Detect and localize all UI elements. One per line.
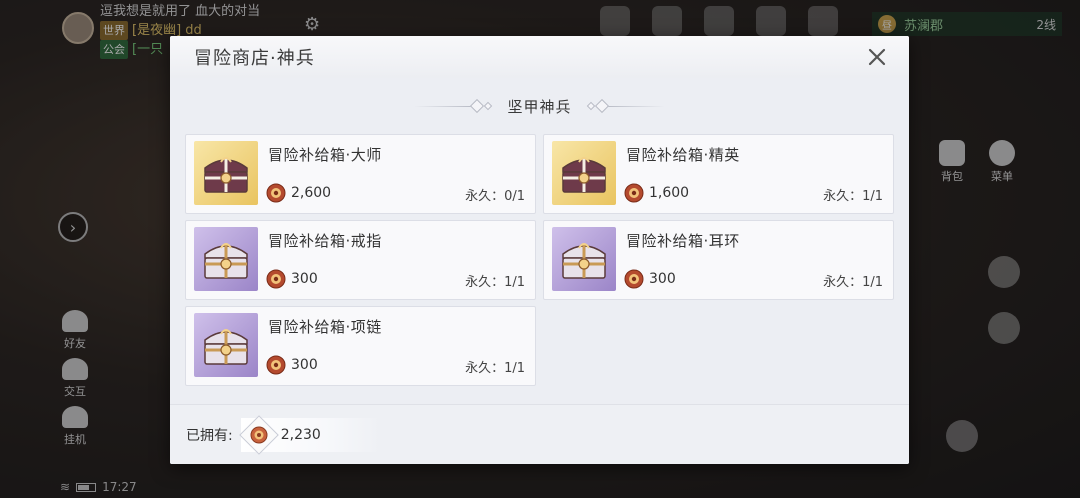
close-button[interactable] bbox=[865, 45, 889, 69]
close-icon bbox=[868, 48, 886, 66]
item-purchase-limit: 永久：1/1 bbox=[465, 275, 525, 290]
adventure-coin-icon bbox=[624, 183, 644, 203]
dialog-header: 冒险商店·神兵 bbox=[170, 36, 909, 78]
item-name: 冒险补给箱·耳环 bbox=[626, 232, 740, 250]
shop-item-card[interactable]: 冒险补给箱·项链 300 永久：1/1 bbox=[185, 306, 536, 386]
ornament-right bbox=[586, 98, 665, 114]
adventure-coin-icon bbox=[266, 269, 286, 289]
item-price-value: 1,600 bbox=[649, 185, 690, 201]
adventure-coin-icon bbox=[624, 269, 644, 289]
item-purchase-limit: 永久：1/1 bbox=[823, 189, 883, 204]
item-price-value: 300 bbox=[291, 357, 318, 373]
supply-chest-icon bbox=[562, 243, 606, 279]
dialog-footer: 已拥有: 2,230 bbox=[170, 404, 909, 464]
item-price: 300 bbox=[266, 355, 318, 375]
owned-currency: 2,230 bbox=[238, 414, 381, 455]
shop-dialog: 冒险商店·神兵 坚甲神兵 冒险补给箱·大师 2,600 永久：0/1 冒险补给箱·精英… bbox=[170, 36, 909, 464]
item-name: 冒险补给箱·精英 bbox=[626, 146, 740, 164]
section-header: 坚甲神兵 bbox=[170, 90, 909, 122]
shop-item-card[interactable]: 冒险补给箱·戒指 300 永久：1/1 bbox=[185, 220, 536, 300]
item-name: 冒险补给箱·戒指 bbox=[268, 232, 382, 250]
supply-chest-icon bbox=[204, 157, 248, 193]
supply-chest-icon bbox=[204, 329, 248, 365]
item-thumbnail bbox=[194, 141, 258, 205]
item-thumbnail bbox=[194, 313, 258, 377]
shop-item-card[interactable]: 冒险补给箱·耳环 300 永久：1/1 bbox=[543, 220, 894, 300]
item-thumbnail bbox=[552, 227, 616, 291]
item-price: 1,600 bbox=[624, 183, 689, 203]
item-price-value: 300 bbox=[649, 271, 676, 287]
item-price: 2,600 bbox=[266, 183, 331, 203]
item-price-value: 2,600 bbox=[291, 185, 332, 201]
owned-value: 2,230 bbox=[280, 426, 321, 443]
owned-label: 已拥有: bbox=[186, 427, 233, 444]
item-thumbnail bbox=[194, 227, 258, 291]
ornament-left bbox=[414, 98, 493, 114]
item-price-value: 300 bbox=[291, 271, 318, 287]
shop-item-card[interactable]: 冒险补给箱·精英 1,600 永久：1/1 bbox=[543, 134, 894, 214]
supply-chest-icon bbox=[204, 243, 248, 279]
item-name: 冒险补给箱·大师 bbox=[268, 146, 382, 164]
section-title: 坚甲神兵 bbox=[507, 97, 572, 116]
adventure-coin-icon bbox=[266, 183, 286, 203]
item-purchase-limit: 永久：1/1 bbox=[823, 275, 883, 290]
item-price: 300 bbox=[624, 269, 676, 289]
dialog-title: 冒险商店·神兵 bbox=[194, 48, 315, 69]
item-purchase-limit: 永久：1/1 bbox=[465, 361, 525, 376]
shop-item-card[interactable]: 冒险补给箱·大师 2,600 永久：0/1 bbox=[185, 134, 536, 214]
item-purchase-limit: 永久：0/1 bbox=[465, 189, 525, 204]
adventure-coin-icon bbox=[238, 414, 279, 455]
dialog-body: 坚甲神兵 冒险补给箱·大师 2,600 永久：0/1 冒险补给箱·精英 1,600 永久：… bbox=[170, 78, 909, 404]
item-thumbnail bbox=[552, 141, 616, 205]
item-price: 300 bbox=[266, 269, 318, 289]
supply-chest-icon bbox=[562, 157, 606, 193]
item-name: 冒险补给箱·项链 bbox=[268, 318, 382, 336]
adventure-coin-icon bbox=[266, 355, 286, 375]
